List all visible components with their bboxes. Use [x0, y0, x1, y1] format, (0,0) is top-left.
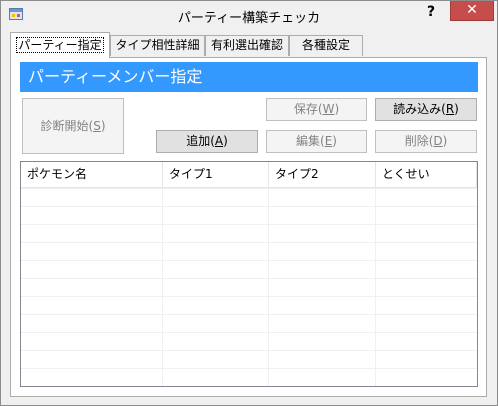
tab-advantage-selection-label: 有利選出確認	[210, 38, 283, 52]
tab-settings-label: 各種設定	[301, 38, 350, 52]
delete-button[interactable]: 削除(D)	[375, 130, 477, 153]
column-divider	[162, 188, 163, 386]
diagnose-button[interactable]: 診断開始(S)	[22, 98, 124, 154]
add-button[interactable]: 追加(A)	[156, 130, 258, 153]
tab-party[interactable]: パーティー指定	[10, 32, 110, 58]
tab-settings[interactable]: 各種設定	[289, 35, 363, 56]
tab-type-matchup-label: タイプ相性詳細	[115, 38, 200, 52]
load-button[interactable]: 読み込み(R)	[375, 98, 477, 121]
tab-party-label: パーティー指定	[16, 37, 104, 53]
close-button[interactable]: ✕	[450, 1, 494, 21]
column-header-pokemon-name[interactable]: ポケモン名	[21, 162, 163, 187]
column-header-type1[interactable]: タイプ1	[163, 162, 269, 187]
help-button[interactable]: ?	[419, 2, 443, 22]
tab-type-matchup[interactable]: タイプ相性詳細	[110, 35, 205, 56]
column-divider	[375, 188, 376, 386]
section-banner: パーティーメンバー指定	[20, 62, 478, 92]
save-button[interactable]: 保存(W)	[266, 98, 367, 121]
list-header: ポケモン名 タイプ1 タイプ2 とくせい	[21, 162, 477, 188]
column-divider	[268, 188, 269, 386]
party-member-list[interactable]: ポケモン名 タイプ1 タイプ2 とくせい	[20, 161, 478, 387]
edit-button[interactable]: 編集(E)	[266, 130, 367, 153]
list-gridlines	[21, 188, 477, 386]
column-header-type2[interactable]: タイプ2	[269, 162, 376, 187]
title-bar[interactable]: パーティー構築チェッカ ? ✕	[1, 1, 497, 29]
app-window: パーティー構築チェッカ ? ✕ パーティー指定 タイプ相性詳細 有利選出確認 各…	[0, 0, 498, 406]
tab-advantage-selection[interactable]: 有利選出確認	[205, 35, 289, 56]
column-header-ability[interactable]: とくせい	[376, 162, 477, 187]
